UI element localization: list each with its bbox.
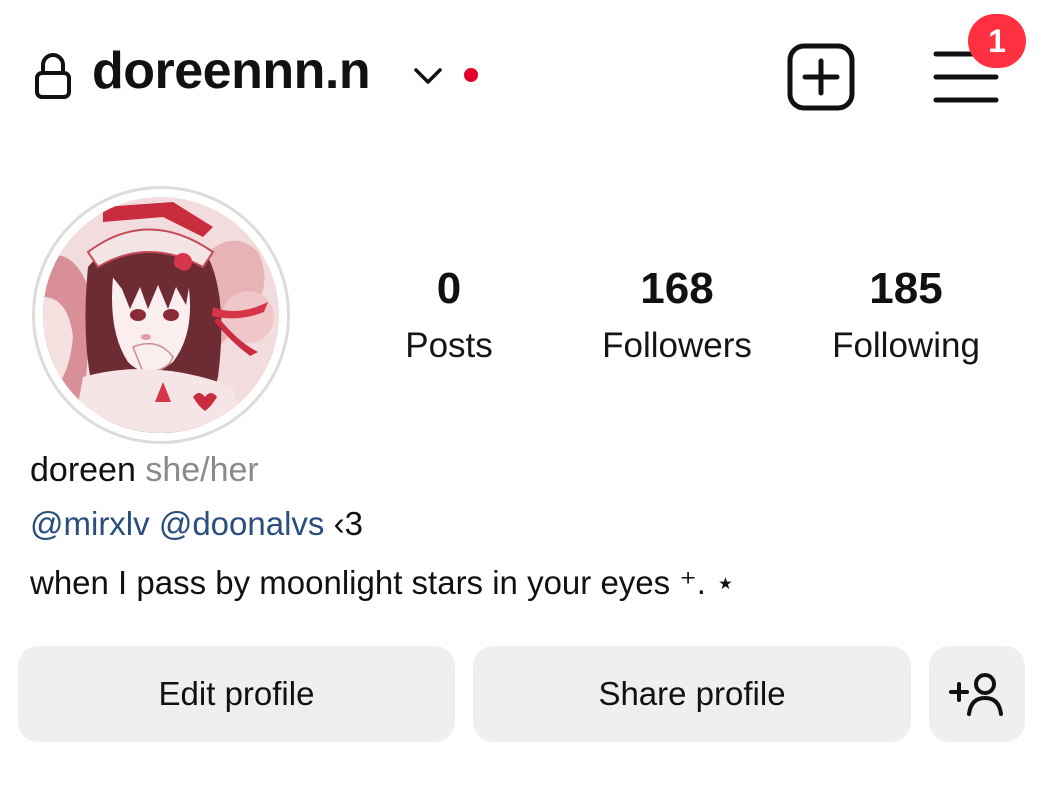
pronouns: she/her bbox=[145, 451, 259, 489]
heart-text: ‹3 bbox=[333, 505, 363, 542]
bio-text: when I pass by moonlight stars in your e… bbox=[30, 564, 736, 601]
mention-link-1[interactable]: @mirxlv bbox=[30, 505, 150, 542]
posts-count[interactable]: 0 Posts bbox=[389, 262, 509, 376]
discover-people-button[interactable] bbox=[929, 646, 1025, 742]
followers-count[interactable]: 168 Followers bbox=[577, 262, 777, 376]
avatar[interactable] bbox=[32, 186, 290, 444]
lock-icon bbox=[35, 53, 71, 99]
share-profile-button[interactable]: Share profile bbox=[473, 646, 911, 742]
posts-label: Posts bbox=[405, 326, 493, 365]
unread-dot bbox=[464, 68, 478, 82]
notification-badge: 1 bbox=[968, 14, 1026, 68]
add-person-icon bbox=[949, 673, 1003, 716]
profile-picture bbox=[43, 197, 279, 433]
posts-value: 0 bbox=[436, 264, 462, 313]
edit-profile-button[interactable]: Edit profile bbox=[18, 646, 455, 742]
bio-mentions: @mirxlv @doonalvs ‹3 bbox=[30, 500, 363, 548]
profile-header: doreennn.n 1 bbox=[0, 0, 1060, 150]
followers-value: 168 bbox=[640, 264, 714, 313]
new-post-button[interactable] bbox=[786, 42, 856, 112]
following-label: Following bbox=[832, 326, 980, 365]
bio-name-row: doreen she/her bbox=[30, 446, 259, 494]
followers-label: Followers bbox=[602, 326, 752, 365]
following-count[interactable]: 185 Following bbox=[816, 262, 996, 376]
display-name: doreen bbox=[30, 451, 136, 489]
following-value: 185 bbox=[869, 264, 943, 313]
account-username[interactable]: doreennn.n bbox=[92, 36, 371, 106]
chevron-down-icon[interactable] bbox=[412, 64, 444, 88]
mention-link-2[interactable]: @doonalvs bbox=[159, 505, 325, 542]
